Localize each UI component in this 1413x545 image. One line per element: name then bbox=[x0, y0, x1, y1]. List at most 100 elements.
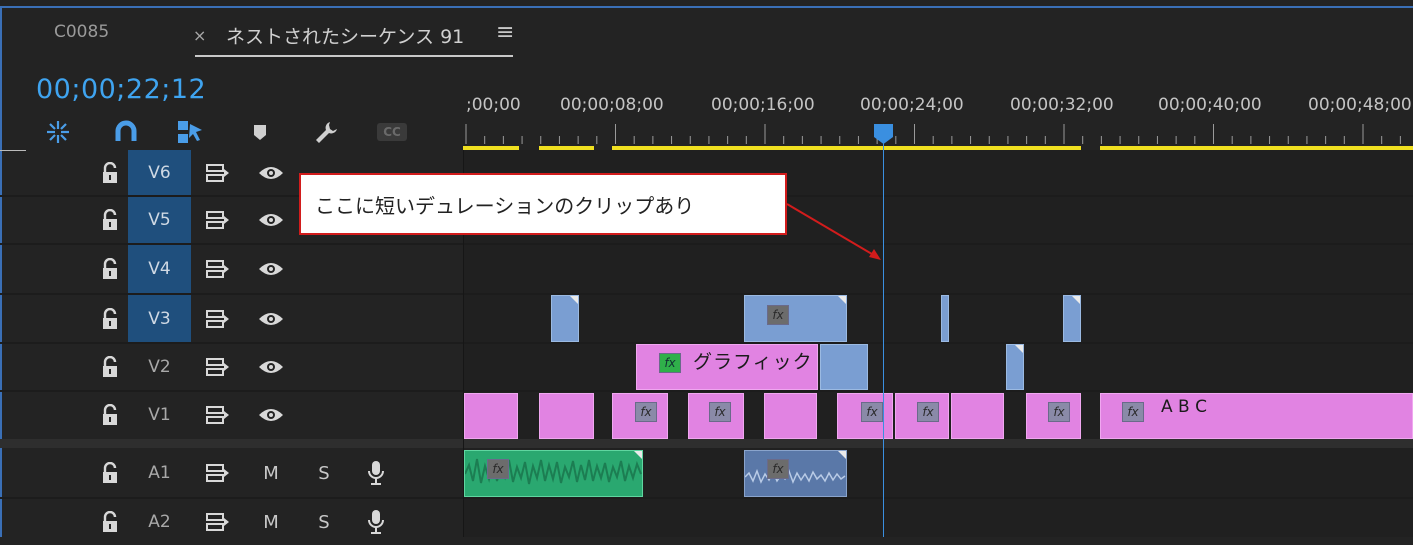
microphone-icon[interactable] bbox=[363, 460, 389, 486]
video-clip[interactable]: fx bbox=[837, 393, 893, 439]
lock-icon[interactable] bbox=[97, 509, 123, 535]
sync-lock-icon[interactable] bbox=[205, 509, 231, 535]
ruler-label: 00;00;32;00 bbox=[1010, 95, 1114, 115]
fx-badge: fx bbox=[635, 402, 657, 422]
fx-badge: fx bbox=[767, 459, 789, 479]
track-v1-target[interactable]: V1 bbox=[128, 392, 191, 438]
lock-icon[interactable] bbox=[97, 354, 123, 380]
sync-lock-icon[interactable] bbox=[205, 256, 231, 282]
fx-badge: fx bbox=[659, 353, 681, 373]
panel-focus-border-top bbox=[0, 6, 1413, 8]
track-divider bbox=[0, 390, 1413, 392]
lock-icon[interactable] bbox=[97, 160, 123, 186]
video-clip[interactable]: fx bbox=[612, 393, 668, 439]
video-audio-divider[interactable] bbox=[0, 439, 1413, 448]
linked-selection-icon[interactable] bbox=[176, 118, 204, 146]
snap-icon[interactable] bbox=[44, 118, 72, 146]
video-clip[interactable] bbox=[1063, 295, 1081, 342]
video-clip[interactable] bbox=[820, 344, 868, 390]
track-v2-target[interactable]: V2 bbox=[128, 344, 191, 390]
sync-lock-icon[interactable] bbox=[205, 354, 231, 380]
fx-badge: fx bbox=[487, 459, 509, 479]
track-divider bbox=[0, 243, 1413, 245]
track-divider bbox=[0, 497, 1413, 499]
audio-clip[interactable]: fx bbox=[464, 450, 643, 497]
playhead-timecode[interactable]: 00;00;22;12 bbox=[36, 74, 206, 105]
fx-badge: fx bbox=[1048, 402, 1070, 422]
ruler-label: 00;00;08;00 bbox=[560, 95, 664, 115]
eye-icon[interactable] bbox=[258, 306, 284, 332]
solo-button[interactable]: S bbox=[311, 460, 337, 486]
lock-icon[interactable] bbox=[97, 256, 123, 282]
playhead-line[interactable] bbox=[883, 136, 884, 537]
sync-lock-icon[interactable] bbox=[205, 402, 231, 428]
abc-clip[interactable]: fx A B C bbox=[1100, 393, 1413, 439]
wrench-icon[interactable] bbox=[312, 118, 340, 146]
video-clip[interactable]: fx bbox=[895, 393, 949, 439]
sync-lock-icon[interactable] bbox=[205, 306, 231, 332]
tab-nested-sequence[interactable]: ネストされたシーケンス 91 bbox=[226, 22, 464, 49]
graphic-clip[interactable]: fx グラフィック bbox=[636, 344, 818, 390]
callout-text: ここに短いデュレーションのクリップあり bbox=[315, 193, 695, 218]
magnet-icon[interactable] bbox=[112, 118, 140, 146]
clip-end-marker bbox=[1015, 345, 1023, 353]
eye-icon[interactable] bbox=[258, 256, 284, 282]
video-clip[interactable] bbox=[551, 295, 579, 342]
audio-clip[interactable]: fx bbox=[744, 450, 847, 497]
ruler-label: 00;00;16;00 bbox=[711, 95, 815, 115]
ruler-label: ;00;00 bbox=[466, 95, 521, 115]
eye-icon[interactable] bbox=[258, 207, 284, 233]
fx-badge: fx bbox=[917, 402, 939, 422]
mute-button-label: M bbox=[263, 511, 279, 533]
fx-badge: fx bbox=[861, 402, 883, 422]
header-separator bbox=[0, 150, 26, 151]
clip-end-marker bbox=[838, 296, 846, 304]
panel-menu-icon[interactable]: ≡ bbox=[496, 20, 514, 45]
ruler-label: 00;00;24;00 bbox=[860, 95, 964, 115]
captions-icon[interactable]: CC bbox=[376, 118, 408, 146]
video-clip[interactable] bbox=[1006, 344, 1024, 390]
video-clip[interactable] bbox=[951, 393, 1004, 439]
tab-c0085[interactable]: C0085 bbox=[54, 22, 109, 42]
clip-end-marker bbox=[634, 451, 642, 459]
microphone-icon[interactable] bbox=[363, 509, 389, 535]
solo-button[interactable]: S bbox=[311, 509, 337, 535]
track-v4-target[interactable]: V4 bbox=[128, 245, 191, 293]
ruler-label: 00;00;40;00 bbox=[1158, 95, 1262, 115]
mute-button[interactable]: M bbox=[258, 460, 284, 486]
video-clip[interactable]: fx bbox=[688, 393, 744, 439]
video-clip[interactable]: fx bbox=[744, 295, 847, 342]
sync-lock-icon[interactable] bbox=[205, 160, 231, 186]
video-clip[interactable] bbox=[941, 295, 949, 342]
sync-lock-icon[interactable] bbox=[205, 460, 231, 486]
lock-icon[interactable] bbox=[97, 306, 123, 332]
video-clip[interactable] bbox=[464, 393, 518, 439]
track-a2-target[interactable]: A2 bbox=[128, 499, 191, 545]
tab-close-icon[interactable]: × bbox=[193, 26, 206, 45]
ruler-label: 00;00;48;00 bbox=[1308, 95, 1412, 115]
mute-button[interactable]: M bbox=[258, 509, 284, 535]
sync-lock-icon[interactable] bbox=[205, 207, 231, 233]
playhead-handle[interactable] bbox=[872, 122, 895, 146]
track-a1-target[interactable]: A1 bbox=[128, 450, 191, 496]
solo-button-label: S bbox=[318, 462, 330, 484]
track-v6-target[interactable]: V6 bbox=[128, 150, 191, 195]
fx-badge: fx bbox=[767, 305, 789, 325]
eye-icon[interactable] bbox=[258, 354, 284, 380]
lock-icon[interactable] bbox=[97, 402, 123, 428]
clip-end-marker bbox=[838, 451, 846, 459]
track-v3-target[interactable]: V3 bbox=[128, 295, 191, 342]
track-divider bbox=[0, 293, 1413, 295]
video-clip[interactable] bbox=[539, 393, 594, 439]
lock-icon[interactable] bbox=[97, 460, 123, 486]
marker-icon[interactable] bbox=[246, 118, 274, 146]
eye-icon[interactable] bbox=[258, 160, 284, 186]
eye-icon[interactable] bbox=[258, 402, 284, 428]
video-clip[interactable]: fx bbox=[1026, 393, 1081, 439]
video-clip[interactable] bbox=[764, 393, 817, 439]
fx-badge: fx bbox=[709, 402, 731, 422]
audio-waveform bbox=[745, 468, 846, 485]
clip-end-marker bbox=[1072, 296, 1080, 304]
track-v5-target[interactable]: V5 bbox=[128, 197, 191, 243]
lock-icon[interactable] bbox=[97, 207, 123, 233]
